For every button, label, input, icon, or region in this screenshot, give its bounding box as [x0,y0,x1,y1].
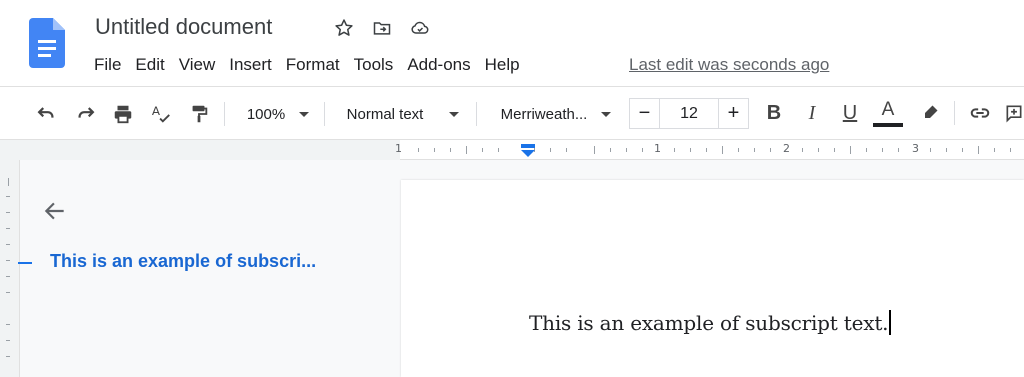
toolbar-divider [324,102,325,126]
text-color-button[interactable]: A [872,96,904,130]
comment-icon[interactable] [1004,99,1024,127]
document-page[interactable] [401,180,1024,377]
toolbar-divider [954,101,955,125]
last-edit-link[interactable]: Last edit was seconds ago [629,54,829,76]
italic-button[interactable]: I [798,99,826,127]
toolbar-divider [476,102,477,126]
toolbar: A 100% Normal text Merriweath... [0,86,1024,140]
star-icon[interactable] [332,16,356,40]
menu-view[interactable]: View [172,54,223,76]
menu-addons[interactable]: Add-ons [400,54,477,76]
document-title[interactable]: Untitled document [95,14,272,40]
ruler-page-area: 1 1 2 3 [395,140,1024,160]
zoom-value: 100% [246,105,286,123]
underline-button[interactable]: U [836,99,864,127]
spellcheck-icon[interactable]: A [148,100,174,128]
font-size-stepper: − 12 + [629,98,749,129]
chevron-down-icon [299,111,310,117]
ruler-number: 2 [783,142,790,155]
ruler-number: 3 [912,142,919,155]
menu-bar: File Edit View Insert Format Tools Add-o… [94,54,527,76]
menu-file[interactable]: File [94,54,128,76]
font-select[interactable]: Merriweath... [494,100,618,128]
text-color-swatch [873,122,903,127]
text-cursor [889,310,891,335]
menu-tools[interactable]: Tools [347,54,401,76]
menu-insert[interactable]: Insert [222,54,279,76]
menu-help[interactable]: Help [478,54,527,76]
title-actions [332,16,432,40]
undo-icon[interactable] [33,100,59,128]
style-select[interactable]: Normal text [340,100,466,128]
font-value: Merriweath... [500,105,588,123]
vertical-ruler [0,160,20,377]
style-value: Normal text [346,105,424,123]
ruler-number: 1 [395,142,402,155]
docs-logo-icon[interactable] [29,18,65,68]
ruler-number: 1 [654,142,661,155]
svg-text:A: A [152,104,161,118]
bold-button[interactable]: B [760,99,788,127]
indent-marker-icon[interactable] [520,143,536,159]
document-paragraph[interactable]: This is an example of subscript text. [529,310,891,335]
move-to-folder-icon[interactable] [370,16,394,40]
horizontal-ruler: 1 1 2 3 [0,140,1024,160]
outline-item-indicator [18,262,32,264]
toolbar-divider [224,102,225,126]
app-header: Untitled document File Edit View Insert … [0,0,1024,86]
increase-font-size-button[interactable]: + [718,98,749,129]
redo-icon[interactable] [73,100,99,128]
cloud-status-icon[interactable] [408,16,432,40]
decrease-font-size-button[interactable]: − [629,98,660,129]
document-text: This is an example of subscript text. [529,311,889,335]
paint-format-icon[interactable] [186,100,212,128]
chevron-down-icon [449,111,460,117]
print-icon[interactable] [110,100,136,128]
highlight-icon[interactable] [916,99,944,127]
back-arrow-icon[interactable] [42,198,68,224]
text-color-letter: A [881,98,895,120]
menu-format[interactable]: Format [279,54,347,76]
chevron-down-icon [601,111,612,117]
zoom-select[interactable]: 100% [240,100,316,128]
font-size-input[interactable]: 12 [660,98,718,129]
menu-edit[interactable]: Edit [128,54,171,76]
link-icon[interactable] [966,99,994,127]
outline-item[interactable]: This is an example of subscri... [50,251,316,272]
